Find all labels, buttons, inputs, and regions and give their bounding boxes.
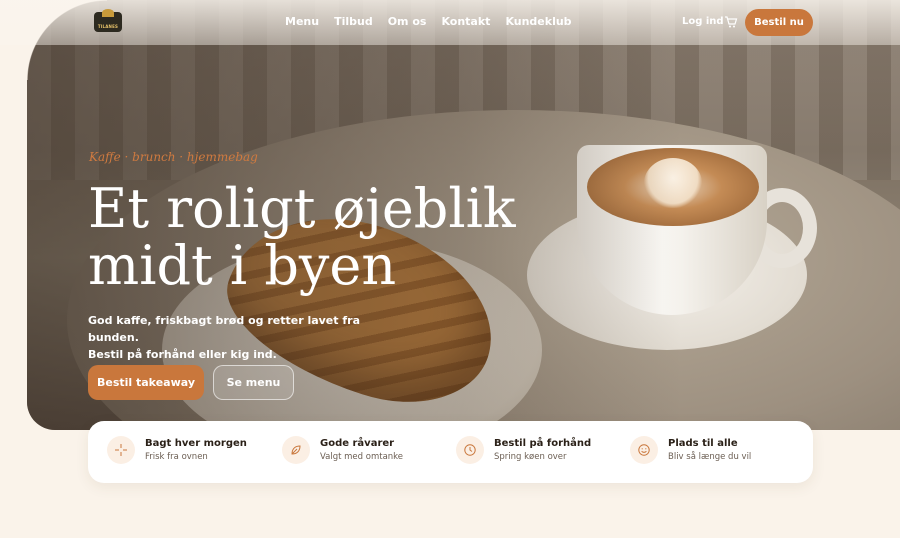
- login-link[interactable]: Log ind: [682, 16, 724, 27]
- feature-subtitle: Bliv så længe du vil: [668, 452, 752, 462]
- order-takeaway-button[interactable]: Bestil takeaway: [88, 365, 204, 400]
- smile-icon: [630, 436, 658, 464]
- feature-title: Plads til alle: [668, 438, 738, 449]
- cart-icon[interactable]: [724, 15, 738, 29]
- feature-preorder: Bestil på forhånd Spring køen over: [456, 436, 591, 464]
- feature-subtitle: Valgt med omtanke: [320, 452, 404, 462]
- nav-item-tilbud[interactable]: Tilbud: [334, 15, 373, 28]
- subtext-line-2: Bestil på forhånd eller kig ind.: [88, 348, 277, 361]
- hero-tagline: Kaffe · brunch · hjemmebag: [89, 150, 258, 164]
- feature-subtitle: Frisk fra ovnen: [145, 452, 208, 462]
- brand-logo[interactable]: TILANES: [94, 9, 122, 32]
- features-bar: Bagt hver morgen Frisk fra ovnen Gode rå…: [88, 421, 813, 483]
- feature-baked: Bagt hver morgen Frisk fra ovnen: [107, 436, 247, 464]
- feature-subtitle: Spring køen over: [494, 452, 567, 462]
- feature-space: Plads til alle Bliv så længe du vil: [630, 436, 751, 464]
- hero-headline: Et roligt øjeblik midt i byen: [88, 180, 528, 294]
- headline-line-2: midt i byen: [88, 234, 397, 297]
- headline-line-1: Et roligt øjeblik: [88, 177, 516, 240]
- subtext-line-1: God kaffe, friskbagt brød og retter lave…: [88, 314, 360, 344]
- site-header: TILANES Menu Tilbud Om os Kontakt Kundek…: [0, 0, 900, 45]
- feature-title: Bestil på forhånd: [494, 438, 592, 449]
- logo-text: TILANES: [97, 24, 119, 29]
- hero-subtext: God kaffe, friskbagt brød og retter lave…: [88, 312, 408, 363]
- nav-item-menu[interactable]: Menu: [285, 15, 319, 28]
- nav-item-om-os[interactable]: Om os: [388, 15, 427, 28]
- nav-item-kundeklub[interactable]: Kundeklub: [505, 15, 571, 28]
- sparkle-icon: [107, 436, 135, 464]
- leaf-icon: [282, 436, 310, 464]
- feature-title: Bagt hver morgen: [145, 438, 247, 449]
- clock-icon: [456, 436, 484, 464]
- main-nav: Menu Tilbud Om os Kontakt Kundeklub: [285, 15, 572, 28]
- feature-ingredients: Gode råvarer Valgt med omtanke: [282, 436, 403, 464]
- nav-item-kontakt[interactable]: Kontakt: [441, 15, 490, 28]
- see-menu-button[interactable]: Se menu: [213, 365, 294, 400]
- feature-title: Gode råvarer: [320, 438, 395, 449]
- order-now-button[interactable]: Bestil nu: [745, 9, 813, 36]
